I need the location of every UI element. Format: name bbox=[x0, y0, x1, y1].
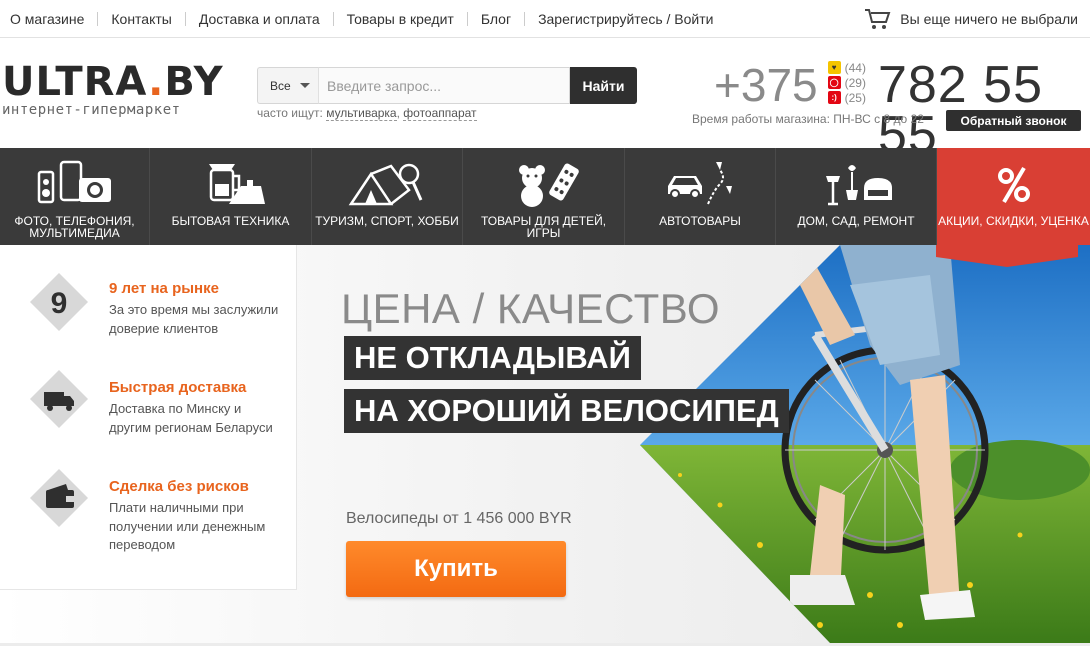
benefit-title: Быстрая доставка bbox=[109, 379, 247, 396]
benefit-title: 9 лет на рынке bbox=[109, 280, 219, 297]
category-label: Туризм, спорт, хобби bbox=[315, 214, 459, 228]
operator-life: :) (25) bbox=[827, 90, 866, 105]
hero-title: ЦЕНА / КАЧЕСТВО bbox=[341, 285, 721, 332]
category-label: Автотовары bbox=[659, 214, 741, 228]
operator-velcom: ♥ (44) bbox=[827, 60, 866, 75]
topnav-link-contacts[interactable]: Контакты bbox=[98, 11, 186, 26]
search-input[interactable] bbox=[318, 67, 570, 104]
category-label: Акции, скидки, уценка bbox=[938, 214, 1089, 228]
hero-price: Велосипеды от 1 456 000 BYR bbox=[346, 510, 572, 527]
category-label: Фото, телефония, мультимедиа bbox=[14, 214, 135, 240]
home-garden-icon bbox=[826, 165, 892, 206]
phone-country-code: +375 bbox=[714, 59, 818, 111]
callback-button[interactable]: Обратный звонок bbox=[946, 110, 1081, 131]
nine-badge-icon: 9 bbox=[30, 273, 88, 331]
hero-banner: 9 9 лет на рынке За это время мы заслужи… bbox=[0, 245, 1090, 643]
phone-block: +375 ♥ (44) ◯ (29) :) (25) 782 55 55 bbox=[714, 59, 1090, 161]
chevron-down-icon bbox=[299, 83, 310, 88]
topnav-link-delivery[interactable]: Доставка и оплата bbox=[186, 11, 334, 26]
category-kids[interactable]: Товары для детей, игры bbox=[463, 148, 625, 245]
life-icon: :) bbox=[827, 91, 841, 104]
top-nav: О магазине Контакты Доставка и оплата То… bbox=[0, 0, 726, 37]
velcom-icon: ♥ bbox=[827, 61, 841, 74]
category-nav: Фото, телефония, мультимедиа Бытовая тех… bbox=[0, 148, 1090, 245]
benefits-panel: 9 9 лет на рынке За это время мы заслужи… bbox=[0, 245, 297, 590]
cart-icon bbox=[865, 9, 891, 29]
svg-text:9: 9 bbox=[51, 287, 68, 320]
benefit-text: За это время мы заслужили доверие клиент… bbox=[109, 302, 279, 336]
operator-mts: ◯ (29) bbox=[827, 75, 866, 90]
benefit-text: Плати наличными при получении или денежн… bbox=[109, 500, 266, 552]
category-sport[interactable]: Туризм, спорт, хобби bbox=[312, 148, 463, 245]
category-label: Бытовая техника bbox=[171, 214, 290, 228]
popular-search-link[interactable]: фотоаппарат bbox=[403, 106, 477, 121]
teddy-bear-icon bbox=[518, 163, 579, 207]
hero-headline-2: НА ХОРОШИЙ ВЕЛОСИПЕД bbox=[344, 389, 789, 433]
benefit-text: Доставка по Минску и другим регионам Бел… bbox=[109, 401, 273, 435]
category-photo[interactable]: Фото, телефония, мультимедиа bbox=[0, 148, 150, 245]
benefit-item: Сделка без рисков Плати наличными при по… bbox=[0, 461, 297, 556]
truck-icon bbox=[30, 370, 88, 428]
category-home[interactable]: Дом, сад, ремонт bbox=[776, 148, 937, 245]
header: ULTRA.BY интернет-гипермаркет Все Найти … bbox=[0, 38, 1090, 161]
category-label: Дом, сад, ремонт bbox=[797, 214, 915, 228]
logo-wordmark: ULTRA.BY bbox=[2, 59, 224, 105]
wallet-icon bbox=[30, 469, 88, 527]
mts-icon: ◯ bbox=[827, 76, 841, 89]
benefit-item: Быстрая доставка Доставка по Минску и др… bbox=[0, 362, 297, 457]
category-appliances[interactable]: Бытовая техника bbox=[150, 148, 312, 245]
search-button[interactable]: Найти bbox=[570, 67, 637, 104]
category-sale[interactable]: Акции, скидки, уценка bbox=[937, 148, 1090, 245]
search-bar: Все Найти bbox=[257, 67, 637, 104]
sale-tab-edge bbox=[936, 245, 1078, 267]
operator-list: ♥ (44) ◯ (29) :) (25) bbox=[827, 60, 866, 105]
appliance-icon bbox=[208, 164, 265, 204]
hero-headline-1: НЕ ОТКЛАДЫВАЙ bbox=[344, 336, 641, 380]
benefit-title: Сделка без рисков bbox=[109, 478, 249, 495]
search-category-select[interactable]: Все bbox=[257, 67, 318, 104]
buy-button[interactable]: Купить bbox=[346, 541, 566, 597]
topnav-link-about[interactable]: О магазине bbox=[0, 11, 99, 26]
car-icon bbox=[668, 162, 732, 205]
camera-phone-icon bbox=[37, 160, 111, 204]
logo[interactable]: ULTRA.BY интернет-гипермаркет bbox=[2, 62, 224, 118]
topnav-link-login[interactable]: Зарегистрируйтесь / Войти bbox=[525, 12, 726, 26]
tent-racket-icon bbox=[348, 163, 423, 206]
popular-search-link[interactable]: мультиварка bbox=[326, 106, 397, 121]
top-bar: О магазине Контакты Доставка и оплата То… bbox=[0, 0, 1090, 38]
category-auto[interactable]: Автотовары bbox=[625, 148, 776, 245]
benefit-item: 9 9 лет на рынке За это время мы заслужи… bbox=[0, 263, 297, 358]
cart-status: Вы еще ничего не выбрали bbox=[900, 11, 1078, 27]
cart[interactable]: Вы еще ничего не выбрали bbox=[864, 7, 1078, 31]
popular-searches: часто ищут: мультиварка, фотоаппарат bbox=[257, 106, 477, 121]
percent-icon bbox=[997, 166, 1030, 204]
topnav-link-credit[interactable]: Товары в кредит bbox=[334, 11, 468, 26]
topnav-link-blog[interactable]: Блог bbox=[468, 11, 526, 26]
store-hours: Время работы магазина: ПН-ВС с 8 до 22 bbox=[692, 112, 924, 126]
category-label: Товары для детей, игры bbox=[480, 214, 607, 240]
